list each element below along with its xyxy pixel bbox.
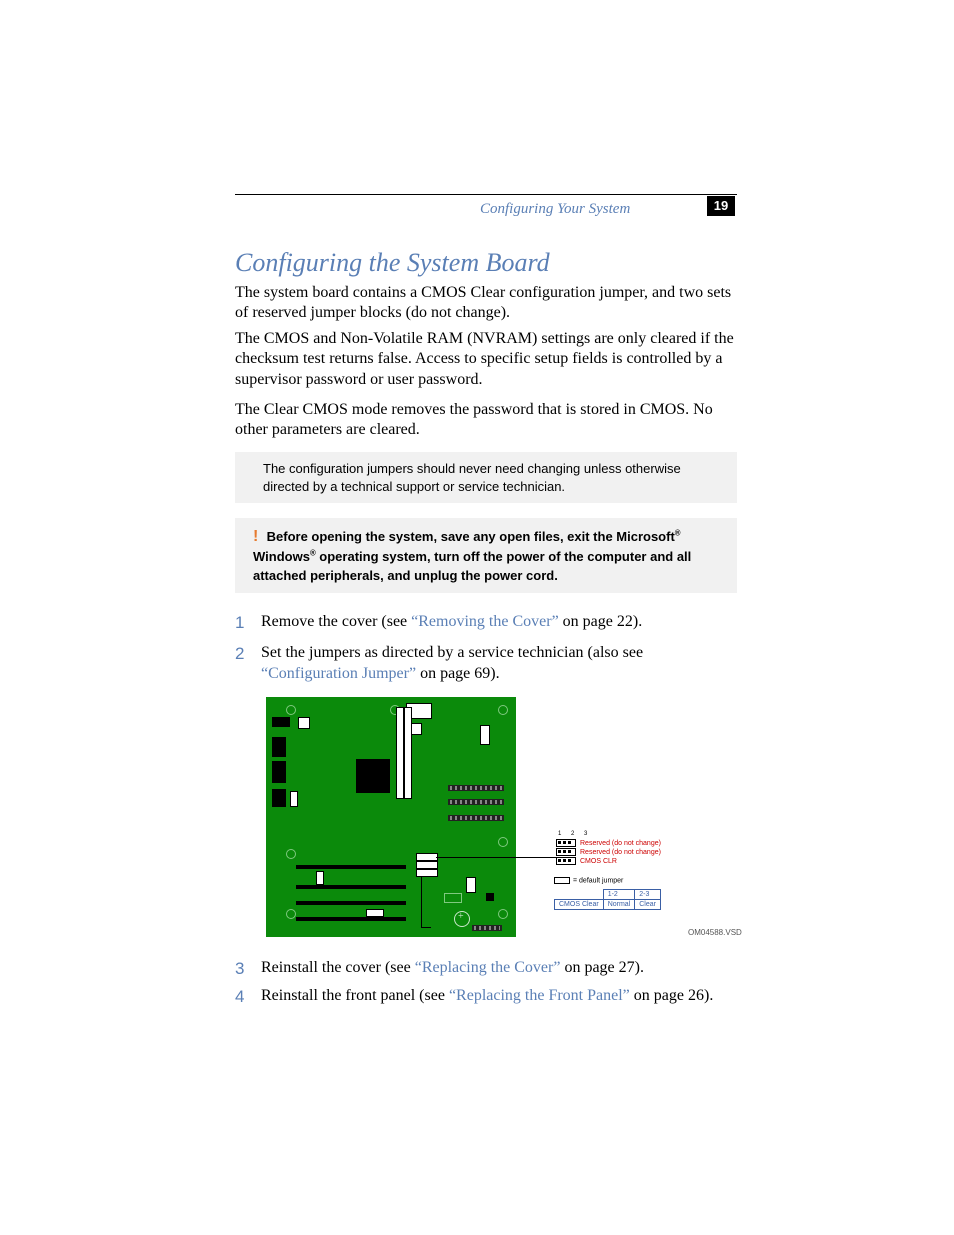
legend-text: Reserved (do not change) [580, 840, 661, 847]
paragraph: The CMOS and Non-Volatile RAM (NVRAM) se… [235, 329, 737, 390]
step-text: on page 26). [630, 987, 714, 1004]
cross-ref-link[interactable]: “Replacing the Front Panel” [449, 987, 630, 1004]
board-outline [266, 697, 516, 937]
warning-icon: ! [253, 526, 263, 548]
step-number: 4 [235, 986, 244, 1008]
warning-box: ! Before opening the system, save any op… [235, 518, 737, 593]
motherboard-diagram: 1 2 3 Reserved (do not change) Reserved … [266, 697, 736, 945]
step-number: 1 [235, 612, 244, 634]
step-item: 3 Reinstall the cover (see “Replacing th… [235, 958, 737, 989]
warning-text: Before opening the system, save any open… [267, 529, 675, 544]
note-box: The configuration jumpers should never n… [235, 452, 737, 503]
jumper-legend: Reserved (do not change) Reserved (do no… [556, 839, 661, 867]
step-text: Reinstall the cover (see [261, 959, 415, 976]
step-text: on page 27). [560, 959, 644, 976]
step-text: Reinstall the front panel (see [261, 987, 449, 1004]
paragraph: The system board contains a CMOS Clear c… [235, 283, 737, 324]
diagram-file-label: OM04588.VSD [688, 928, 742, 937]
step-item: 4 Reinstall the front panel (see “Replac… [235, 986, 737, 1017]
step-number: 2 [235, 643, 244, 665]
step-text: on page 22). [559, 613, 643, 630]
cross-ref-link[interactable]: “Replacing the Cover” [415, 959, 561, 976]
warning-text: Windows [253, 549, 310, 564]
step-number: 3 [235, 958, 244, 980]
running-head: Configuring Your System [480, 201, 630, 218]
jumper-table: 1-22-3 CMOS ClearNormalClear [554, 889, 661, 910]
legend-text: CMOS CLR [580, 858, 617, 865]
page-number: 19 [707, 196, 735, 216]
section-title: Configuring the System Board [235, 248, 550, 278]
default-jumper-legend: = default jumper [554, 877, 623, 884]
step-text: Set the jumpers as directed by a service… [261, 644, 643, 661]
header-rule [235, 194, 737, 195]
step-text: Remove the cover (see [261, 613, 411, 630]
step-item: 1 Remove the cover (see “Removing the Co… [235, 612, 737, 643]
legend-text: Reserved (do not change) [580, 849, 661, 856]
document-page: Configuring Your System 19 Configuring t… [0, 0, 954, 1235]
step-text: on page 69). [416, 665, 500, 682]
cross-ref-link[interactable]: “Configuration Jumper” [261, 665, 416, 682]
pin-labels: 1 2 3 [558, 831, 591, 837]
cross-ref-link[interactable]: “Removing the Cover” [411, 613, 559, 630]
step-item: 2 Set the jumpers as directed by a servi… [235, 643, 737, 695]
paragraph: The Clear CMOS mode removes the password… [235, 400, 737, 441]
registered-mark: ® [675, 529, 681, 538]
warning-text: operating system, turn off the power of … [253, 549, 691, 582]
